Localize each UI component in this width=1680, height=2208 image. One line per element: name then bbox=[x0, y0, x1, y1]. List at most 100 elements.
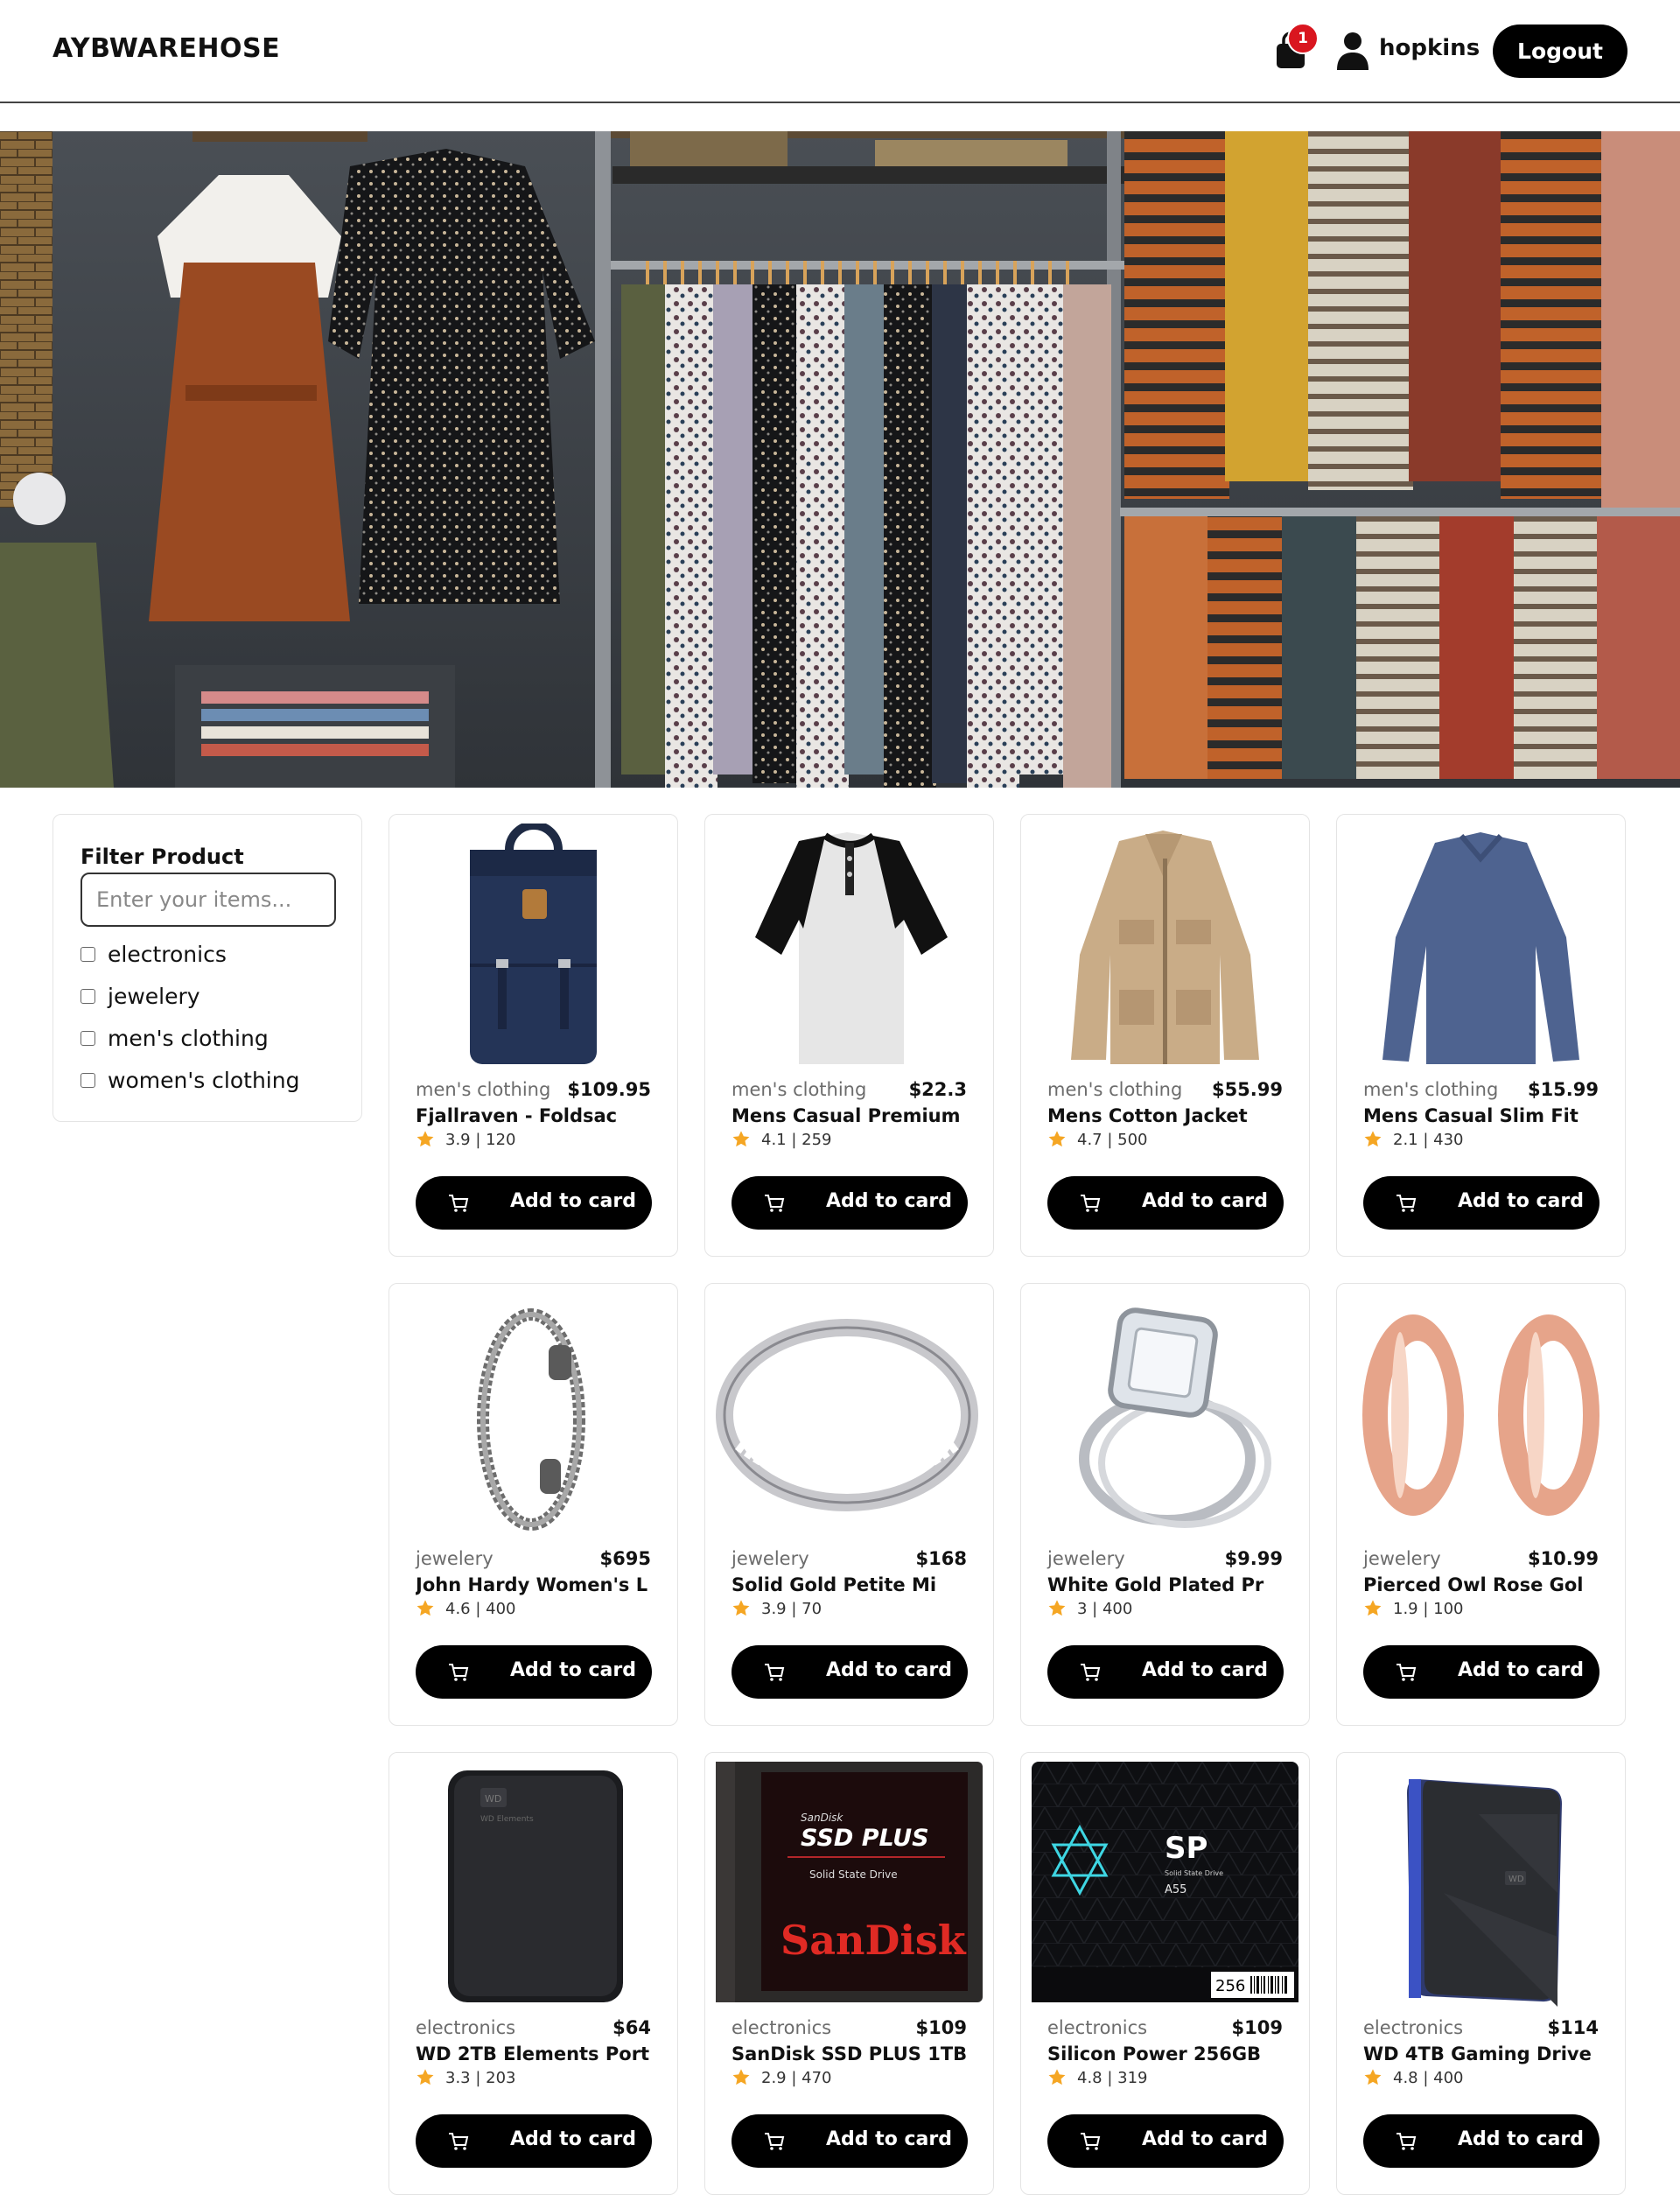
product-image[interactable]: SP Solid State Drive A55 256 bbox=[1032, 1762, 1298, 2007]
filter-option-mens-clothing[interactable]: men's clothing bbox=[80, 1023, 269, 1053]
product-title[interactable]: Mens Cotton Jacket bbox=[1047, 1105, 1284, 1126]
product-category: men's clothing bbox=[732, 1079, 867, 1100]
filter-option-electronics[interactable]: electronics bbox=[80, 939, 227, 969]
star-icon bbox=[1048, 1131, 1066, 1147]
product-image[interactable]: WD WD Elements bbox=[400, 1762, 667, 2007]
product-category: electronics bbox=[1363, 2017, 1464, 2038]
add-to-cart-button[interactable]: Add to card bbox=[732, 1176, 968, 1230]
add-to-cart-label: Add to card bbox=[826, 2128, 952, 2150]
sp-sub-text: Solid State Drive bbox=[1165, 1869, 1223, 1877]
filter-option-jewelery[interactable]: jewelery bbox=[80, 981, 200, 1011]
product-card[interactable]: jewelery $10.99 Pierced Owl Rose Gol 1.9… bbox=[1336, 1283, 1626, 1726]
add-to-cart-button[interactable]: Add to card bbox=[1047, 1176, 1284, 1230]
add-to-cart-button[interactable]: Add to card bbox=[416, 1645, 652, 1699]
cart-icon bbox=[1081, 1195, 1101, 1212]
add-to-cart-button[interactable]: Add to card bbox=[732, 1645, 968, 1699]
product-title[interactable]: Mens Casual Slim Fit bbox=[1363, 1105, 1600, 1126]
product-image[interactable] bbox=[716, 824, 983, 1069]
add-to-cart-label: Add to card bbox=[510, 1190, 636, 1212]
product-card[interactable]: jewelery $168 Solid Gold Petite Mi 3.9 |… bbox=[704, 1283, 994, 1726]
product-image[interactable] bbox=[1032, 824, 1298, 1069]
product-image[interactable] bbox=[1348, 824, 1614, 1069]
search-input[interactable] bbox=[80, 873, 336, 927]
product-card[interactable]: men's clothing $15.99 Mens Casual Slim F… bbox=[1336, 814, 1626, 1257]
product-category: jewelery bbox=[1363, 1548, 1441, 1569]
cart-icon bbox=[1396, 2133, 1417, 2150]
ssd-plus-text: SSD PLUS bbox=[801, 1825, 929, 1852]
add-to-cart-button[interactable]: Add to card bbox=[1047, 2114, 1284, 2168]
product-title[interactable]: WD 4TB Gaming Drive bbox=[1363, 2043, 1600, 2064]
product-title[interactable]: White Gold Plated Pr bbox=[1047, 1574, 1284, 1595]
product-title[interactable]: Pierced Owl Rose Gol bbox=[1363, 1574, 1600, 1595]
star-icon bbox=[1364, 2069, 1382, 2085]
product-image[interactable]: SanDisk SSD PLUS Solid State Drive SanDi… bbox=[716, 1762, 983, 2007]
product-image[interactable] bbox=[1348, 1293, 1614, 1538]
add-to-cart-button[interactable]: Add to card bbox=[416, 2114, 652, 2168]
product-image[interactable] bbox=[1032, 1293, 1298, 1538]
add-to-cart-label: Add to card bbox=[1142, 1190, 1268, 1212]
product-price: $55.99 bbox=[1211, 1079, 1283, 1100]
checkbox[interactable] bbox=[80, 988, 95, 1004]
product-category: electronics bbox=[732, 2017, 832, 2038]
add-to-cart-button[interactable]: Add to card bbox=[1363, 2114, 1600, 2168]
ring-image bbox=[716, 1319, 978, 1511]
add-to-cart-label: Add to card bbox=[1142, 1659, 1268, 1681]
product-price: $9.99 bbox=[1224, 1548, 1283, 1569]
product-rating: 2.9 | 470 bbox=[761, 2069, 832, 2087]
product-card[interactable]: men's clothing $109.95 Fjallraven - Fold… bbox=[388, 814, 678, 1257]
product-card[interactable]: WD electronics $114 WD 4TB Gaming Drive … bbox=[1336, 1752, 1626, 2195]
username-label[interactable]: hopkins bbox=[1379, 35, 1480, 61]
filter-option-womens-clothing[interactable]: women's clothing bbox=[80, 1065, 299, 1095]
product-title[interactable]: John Hardy Women's L bbox=[416, 1574, 652, 1595]
solid-state-drive-text: Solid State Drive bbox=[809, 1868, 898, 1881]
product-rating: 3.9 | 120 bbox=[445, 1131, 516, 1149]
add-to-cart-button[interactable]: Add to card bbox=[732, 2114, 968, 2168]
product-category: jewelery bbox=[1047, 1548, 1125, 1569]
product-title[interactable]: SanDisk SSD PLUS 1TB bbox=[732, 2043, 968, 2064]
product-card[interactable]: jewelery $9.99 White Gold Plated Pr 3 | … bbox=[1020, 1283, 1310, 1726]
product-title[interactable]: Fjallraven - Foldsac bbox=[416, 1105, 652, 1126]
star-icon bbox=[416, 1600, 434, 1616]
product-rating: 4.8 | 400 bbox=[1393, 2069, 1464, 2087]
product-card[interactable]: jewelery $695 John Hardy Women's L 4.6 |… bbox=[388, 1283, 678, 1726]
backpack-image bbox=[470, 824, 597, 1064]
product-price: $15.99 bbox=[1527, 1079, 1599, 1100]
cart-icon bbox=[1396, 1195, 1417, 1212]
filter-title: Filter Product bbox=[80, 845, 244, 869]
add-to-cart-button[interactable]: Add to card bbox=[1363, 1176, 1600, 1230]
product-rating: 3.3 | 203 bbox=[445, 2069, 516, 2087]
product-rating: 1.9 | 100 bbox=[1393, 1600, 1464, 1618]
cart-icon bbox=[1081, 1664, 1101, 1681]
add-to-cart-button[interactable]: Add to card bbox=[416, 1176, 652, 1230]
product-image[interactable] bbox=[400, 1293, 667, 1538]
product-rating: 4.7 | 500 bbox=[1077, 1131, 1148, 1149]
add-to-cart-button[interactable]: Add to card bbox=[1047, 1645, 1284, 1699]
cart-count-badge: 1 bbox=[1287, 23, 1319, 54]
user-icon[interactable] bbox=[1337, 32, 1368, 70]
logout-button[interactable]: Logout bbox=[1493, 25, 1628, 78]
product-card[interactable]: WD WD Elements electronics $64 WD 2TB El… bbox=[388, 1752, 678, 2195]
hard-drive-image: WD WD Elements bbox=[448, 1770, 623, 2002]
cart-icon bbox=[449, 1195, 469, 1212]
add-to-cart-button[interactable]: Add to card bbox=[1363, 1645, 1600, 1699]
product-card[interactable]: men's clothing $55.99 Mens Cotton Jacket… bbox=[1020, 814, 1310, 1257]
cart-icon bbox=[1081, 2133, 1101, 2150]
checkbox[interactable] bbox=[80, 1030, 95, 1046]
product-price: $109.95 bbox=[567, 1079, 651, 1100]
product-title[interactable]: WD 2TB Elements Port bbox=[416, 2043, 652, 2064]
bracelet-image bbox=[477, 1308, 585, 1531]
checkbox[interactable] bbox=[80, 946, 95, 962]
product-title[interactable]: Solid Gold Petite Mi bbox=[732, 1574, 968, 1595]
product-image[interactable] bbox=[716, 1293, 983, 1538]
product-title[interactable]: Silicon Power 256GB bbox=[1047, 2043, 1284, 2064]
product-title[interactable]: Mens Casual Premium bbox=[732, 1105, 968, 1126]
product-category: men's clothing bbox=[416, 1079, 551, 1100]
product-card[interactable]: men's clothing $22.3 Mens Casual Premium… bbox=[704, 814, 994, 1257]
product-card[interactable]: SP Solid State Drive A55 256 electronics… bbox=[1020, 1752, 1310, 2195]
product-card[interactable]: SanDisk SSD PLUS Solid State Drive SanDi… bbox=[704, 1752, 994, 2195]
filter-option-label: jewelery bbox=[108, 983, 200, 1009]
product-image[interactable]: WD bbox=[1348, 1762, 1614, 2007]
brand-logo[interactable]: AYBWAREHOSE bbox=[52, 33, 280, 64]
product-image[interactable] bbox=[400, 824, 667, 1069]
checkbox[interactable] bbox=[80, 1072, 95, 1088]
